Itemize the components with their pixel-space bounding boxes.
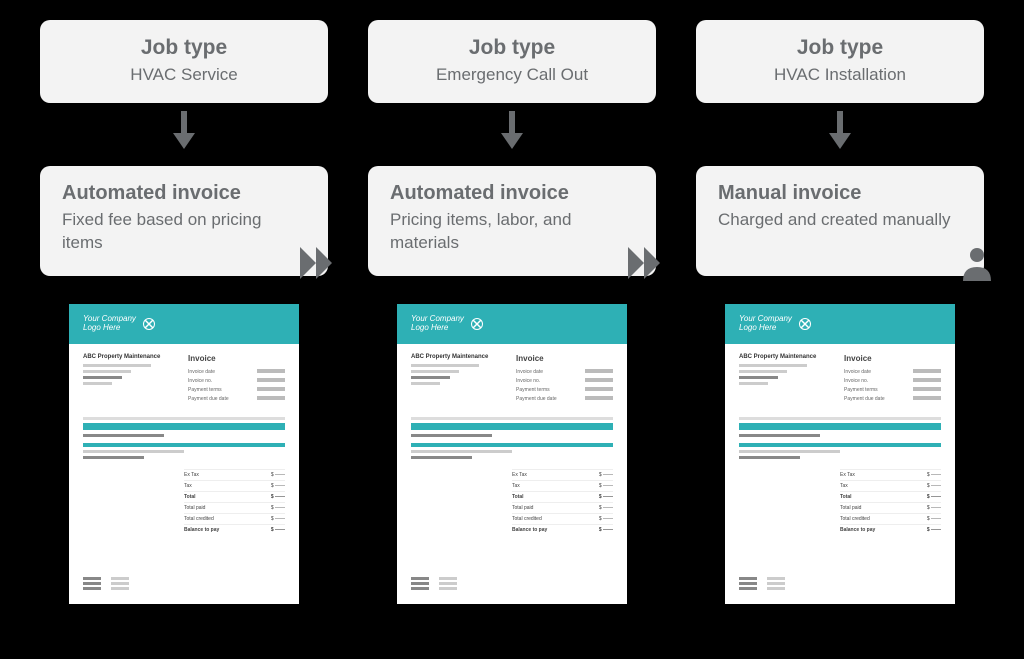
invoice-preview-body: ABC Property Maintenance Invoice Invoice… bbox=[397, 344, 627, 545]
field-payment-terms: Payment terms bbox=[844, 387, 878, 393]
invoice-heading: Invoice bbox=[516, 354, 613, 363]
jobtype-value: HVAC Installation bbox=[718, 64, 962, 87]
invoice-footer bbox=[739, 577, 785, 590]
field-invoice-date: Invoice date bbox=[844, 369, 871, 375]
total-balance: Balance to pay bbox=[840, 527, 875, 533]
fast-forward-icon bbox=[298, 245, 338, 286]
field-invoice-date: Invoice date bbox=[516, 369, 543, 375]
field-payment-due: Payment due date bbox=[516, 396, 557, 402]
invoice-totals: Ex Tax$ —— Tax$ —— Total$ —— Total paid$… bbox=[184, 469, 285, 535]
total-credited: Total credited bbox=[512, 516, 542, 522]
invoice-footer bbox=[83, 577, 129, 590]
wrench-icon bbox=[142, 317, 156, 331]
total-paid: Total paid bbox=[512, 505, 533, 511]
total-total: Total bbox=[512, 494, 524, 500]
jobtype-value: Emergency Call Out bbox=[390, 64, 634, 87]
jobtype-label: Job type bbox=[718, 36, 962, 60]
field-invoice-no: Invoice no. bbox=[188, 378, 212, 384]
total-credited: Total credited bbox=[184, 516, 214, 522]
invoice-type-desc: Charged and created manually bbox=[718, 209, 962, 232]
total-tax: Tax bbox=[184, 483, 192, 489]
invoice-type-card: Automated invoice Pricing items, labor, … bbox=[368, 166, 656, 276]
jobtype-card: Job type HVAC Installation bbox=[696, 20, 984, 103]
invoice-preview: Your Company Logo Here ABC Property Main… bbox=[725, 304, 955, 604]
total-credited: Total credited bbox=[840, 516, 870, 522]
total-ex-tax: Ex Tax bbox=[840, 472, 855, 478]
field-payment-terms: Payment terms bbox=[188, 387, 222, 393]
total-ex-tax: Ex Tax bbox=[184, 472, 199, 478]
invoice-preview: Your Company Logo Here ABC Property Main… bbox=[397, 304, 627, 604]
wrench-icon bbox=[470, 317, 484, 331]
fast-forward-icon bbox=[626, 245, 666, 286]
total-balance: Balance to pay bbox=[512, 527, 547, 533]
invoice-preview-header: Your Company Logo Here bbox=[69, 304, 299, 344]
company-name: ABC Property Maintenance bbox=[411, 354, 508, 360]
total-paid: Total paid bbox=[840, 505, 861, 511]
invoice-preview-body: ABC Property Maintenance Invoice Invoice… bbox=[69, 344, 299, 545]
logo-line-2: Logo Here bbox=[411, 324, 464, 333]
invoice-type-title: Manual invoice bbox=[718, 182, 962, 205]
column-hvac-service: Job type HVAC Service Automated invoice … bbox=[40, 20, 328, 604]
field-payment-due: Payment due date bbox=[844, 396, 885, 402]
total-ex-tax: Ex Tax bbox=[512, 472, 527, 478]
invoice-type-card: Manual invoice Charged and created manua… bbox=[696, 166, 984, 276]
field-payment-terms: Payment terms bbox=[516, 387, 550, 393]
invoice-preview-header: Your Company Logo Here bbox=[725, 304, 955, 344]
column-emergency-callout: Job type Emergency Call Out Automated in… bbox=[368, 20, 656, 604]
total-total: Total bbox=[840, 494, 852, 500]
jobtype-card: Job type Emergency Call Out bbox=[368, 20, 656, 103]
jobtype-value: HVAC Service bbox=[62, 64, 306, 87]
invoice-totals: Ex Tax$ —— Tax$ —— Total$ —— Total paid$… bbox=[512, 469, 613, 535]
jobtype-invoice-diagram: Job type HVAC Service Automated invoice … bbox=[0, 0, 1024, 624]
jobtype-label: Job type bbox=[62, 36, 306, 60]
field-invoice-no: Invoice no. bbox=[844, 378, 868, 384]
invoice-preview-body: ABC Property Maintenance Invoice Invoice… bbox=[725, 344, 955, 545]
logo-line-2: Logo Here bbox=[83, 324, 136, 333]
invoice-type-card: Automated invoice Fixed fee based on pri… bbox=[40, 166, 328, 276]
person-icon bbox=[960, 245, 994, 286]
arrow-down-icon bbox=[827, 111, 853, 156]
arrow-down-icon bbox=[499, 111, 525, 156]
total-balance: Balance to pay bbox=[184, 527, 219, 533]
field-payment-due: Payment due date bbox=[188, 396, 229, 402]
invoice-preview: Your Company Logo Here ABC Property Main… bbox=[69, 304, 299, 604]
jobtype-label: Job type bbox=[390, 36, 634, 60]
logo-line-2: Logo Here bbox=[739, 324, 792, 333]
invoice-type-title: Automated invoice bbox=[62, 182, 306, 205]
field-invoice-no: Invoice no. bbox=[516, 378, 540, 384]
field-invoice-date: Invoice date bbox=[188, 369, 215, 375]
invoice-totals: Ex Tax$ —— Tax$ —— Total$ —— Total paid$… bbox=[840, 469, 941, 535]
total-tax: Tax bbox=[840, 483, 848, 489]
total-total: Total bbox=[184, 494, 196, 500]
arrow-down-icon bbox=[171, 111, 197, 156]
invoice-heading: Invoice bbox=[188, 354, 285, 363]
invoice-preview-header: Your Company Logo Here bbox=[397, 304, 627, 344]
company-name: ABC Property Maintenance bbox=[739, 354, 836, 360]
company-name: ABC Property Maintenance bbox=[83, 354, 180, 360]
wrench-icon bbox=[798, 317, 812, 331]
invoice-type-title: Automated invoice bbox=[390, 182, 634, 205]
column-hvac-installation: Job type HVAC Installation Manual invoic… bbox=[696, 20, 984, 604]
total-paid: Total paid bbox=[184, 505, 205, 511]
invoice-type-desc: Fixed fee based on pricing items bbox=[62, 209, 306, 255]
invoice-footer bbox=[411, 577, 457, 590]
invoice-heading: Invoice bbox=[844, 354, 941, 363]
invoice-type-desc: Pricing items, labor, and materials bbox=[390, 209, 634, 255]
total-tax: Tax bbox=[512, 483, 520, 489]
jobtype-card: Job type HVAC Service bbox=[40, 20, 328, 103]
